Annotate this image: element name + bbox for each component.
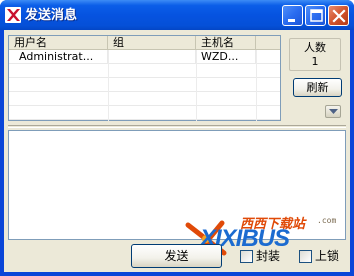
client-area: 用户名 组 主机名 Administrat... WZD... 人数 1 刷新 <box>4 30 350 272</box>
close-icon <box>332 9 346 23</box>
column-divider <box>256 50 257 121</box>
send-button[interactable]: 发送 <box>131 244 222 268</box>
chevron-down-icon <box>329 109 338 114</box>
row-group <box>108 50 196 64</box>
row-hostname: WZD... <box>196 50 256 64</box>
title-bar[interactable]: 发送消息 <box>0 0 354 30</box>
column-header-group[interactable]: 组 <box>108 36 196 50</box>
lock-checkbox[interactable] <box>299 250 312 263</box>
row-username: Administrat... <box>14 50 108 64</box>
user-list[interactable]: 用户名 组 主机名 Administrat... WZD... <box>8 35 281 121</box>
table-row-empty <box>9 78 280 92</box>
minimize-icon <box>288 19 295 22</box>
seal-label: 封装 <box>256 249 281 263</box>
user-count-label: 人数 <box>304 41 326 54</box>
list-header: 用户名 组 主机名 <box>9 36 280 50</box>
column-header-hostname[interactable]: 主机名 <box>196 36 256 50</box>
user-count-box: 人数 1 <box>289 38 341 71</box>
close-button[interactable] <box>328 5 349 26</box>
column-divider <box>196 50 197 121</box>
watermark-com-text: .com <box>317 216 337 225</box>
user-count-value: 1 <box>311 55 319 68</box>
app-icon <box>5 7 21 23</box>
table-row-empty <box>9 64 280 78</box>
refresh-button[interactable]: 刷新 <box>293 78 342 97</box>
window-title: 发送消息 <box>25 8 78 23</box>
send-message-window: 发送消息 用户名 组 主机名 Administrat... WZD... 人数 … <box>0 0 354 276</box>
maximize-icon <box>310 9 323 22</box>
table-row-empty <box>9 92 280 106</box>
column-header-username[interactable]: 用户名 <box>9 36 108 50</box>
lock-label: 上锁 <box>315 249 340 263</box>
maximize-button[interactable] <box>305 5 326 26</box>
dropdown-button[interactable] <box>325 105 341 118</box>
minimize-button[interactable] <box>282 5 303 26</box>
column-divider <box>108 50 109 121</box>
table-row-empty <box>9 106 280 120</box>
splitter[interactable] <box>8 125 346 128</box>
seal-checkbox[interactable] <box>240 250 253 263</box>
table-row[interactable]: Administrat... WZD... <box>9 50 280 64</box>
